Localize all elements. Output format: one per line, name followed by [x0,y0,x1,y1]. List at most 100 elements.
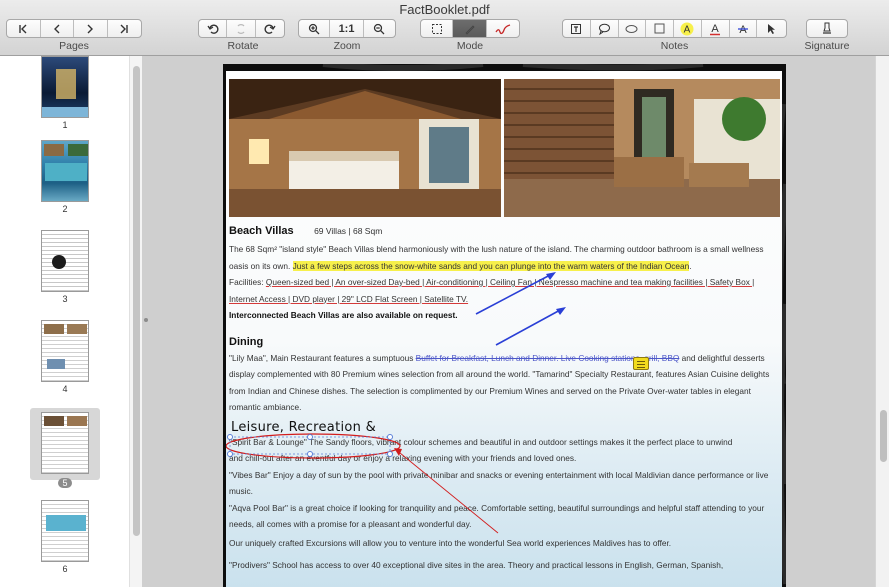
speech-bubble-button[interactable] [591,20,619,37]
rotate-left-icon [207,23,219,34]
page-text: Beach Villas 69 Villas | 68 Sqm The 68 S… [229,221,781,574]
highlight-annotation[interactable]: Just a few steps across the snow-white s… [292,260,690,271]
strikethrough-button[interactable]: A [730,20,758,37]
text-box-button[interactable] [563,20,591,37]
arrow-cursor-icon [767,23,775,34]
bedroom-photo [229,79,501,217]
beach-villas-meta: 69 Villas | 68 Sqm [314,226,383,236]
dining-line-2: display complemented with 80 Premium win… [229,369,770,379]
textbox-annotation-row: Leisure, Recreation & [229,419,781,440]
terrace-photo [504,79,780,217]
thumbnail-number: 5 [30,476,100,488]
pen-mode-button[interactable] [453,20,487,37]
notes-label: Notes [660,40,689,52]
pointer-button[interactable] [757,20,786,37]
leisure-line-2: and chill-out after an eventful day or e… [229,453,577,463]
strikethrough-icon: A [737,24,748,36]
rotate-left-button[interactable] [199,20,228,37]
underline-annotation-2[interactable]: Internet Access | DVD player | 29" LCD F… [229,294,468,304]
zoom-out-icon [374,23,385,34]
signature-mode-button[interactable] [487,20,519,37]
rotate-group: Rotate [198,19,288,52]
rotate-right-button[interactable] [256,20,284,37]
rotate-flip-icon [237,23,245,34]
highlight-icon: A [680,22,694,35]
beach-villas-heading: Beach Villas [229,225,294,237]
facilities-label: Facilities: [229,277,266,287]
thumbnail-image [41,320,89,382]
document-scrollbar[interactable] [875,56,889,587]
notes-group: A A A Notes [562,19,787,52]
zoom-out-button[interactable] [364,20,395,37]
prev-page-button[interactable] [41,20,74,37]
zoom-label: Zoom [333,40,361,52]
ellipse-button[interactable] [619,20,647,37]
underline-icon: A [710,23,721,35]
select-icon [431,23,442,34]
rotate-right-icon [264,23,276,34]
rotate-flip-button[interactable] [227,20,256,37]
ellipse-icon [625,24,638,33]
sidebar-scrollbar[interactable] [129,56,142,587]
signature-group: Signature [805,19,849,52]
document-view: Beach Villas 69 Villas | 68 Sqm The 68 S… [150,56,875,587]
document-scrollbar-knob[interactable] [880,410,887,462]
next-page-button[interactable] [74,20,108,37]
rectangle-icon [654,23,665,34]
thumbnail-page-1[interactable]: 1 [30,56,100,130]
dining-heading: Dining [229,335,264,348]
leisure-line-3: "Vibes Bar" Enjoy a day of sun by the po… [229,469,769,480]
thumbnail-page-6[interactable]: 6 [30,500,100,574]
first-page-button[interactable] [7,20,41,37]
highlight-button[interactable]: A [674,20,702,37]
leisure-line-6: needs, all comes with a promise for a pl… [229,519,472,529]
facilities-line-2: Internet Access | DVD player | 29" LCD F… [229,291,781,308]
window-title: FactBooklet.pdf [399,2,490,17]
zoom-group: 1:1 Zoom [298,19,396,52]
dining-line-4: romantic ambiance. [229,402,302,412]
leisure-line-7: Our uniquely crafted Excursions will all… [229,537,672,548]
signature-icon [823,22,831,34]
thumbnail-image [41,500,89,562]
thumbnail-page-5[interactable]: 5 [30,408,100,488]
signature-label: Signature [804,40,850,52]
beach-para-line-1: The 68 Sqm² "island style" Beach Villas … [229,244,764,254]
pen-icon [464,24,475,35]
last-page-button[interactable] [108,20,141,37]
thumbnail-image [41,230,89,292]
zoom-in-button[interactable] [299,20,331,37]
thumbnail-image [41,56,89,118]
thumbnail-number: 3 [62,294,68,304]
rotate-label: Rotate [227,40,259,52]
underline-button[interactable]: A [702,20,730,37]
thumbnail-image [41,412,89,474]
signature-button[interactable] [807,20,847,37]
dining-line-3: from Indian and Chinese dishes. The sele… [229,385,751,396]
sticky-note-icon[interactable] [633,357,649,370]
thumbnail-number: 6 [62,564,68,574]
interconnected-note: Interconnected Beach Villas are also ava… [229,310,458,320]
thumbnail-page-3[interactable]: 3 [30,230,100,304]
select-mode-button[interactable] [421,20,454,37]
toolbar: FactBooklet.pdf Pages Rotate 1:1 Zoom Mo… [0,0,889,56]
sidebar-scrollbar-knob[interactable] [133,66,140,536]
thumbnail-number: 2 [62,204,68,214]
mode-group: Mode [420,19,520,52]
thumbnail-page-2[interactable]: 2 [30,140,100,214]
facilities-line-1: Facilities: Queen-sized bed | An over-si… [229,274,781,291]
thumbnail-page-4[interactable]: 4 [30,320,100,394]
svg-text:A: A [711,23,719,35]
rectangle-button[interactable] [646,20,674,37]
speech-bubble-icon [598,23,610,35]
beach-para-line-2: oasis on its own. Just a few steps acros… [229,258,781,275]
last-page-icon [120,24,128,33]
dining-text: "Lily Maa", Main Restaurant features a s… [229,352,416,363]
text-box-annotation[interactable]: Leisure, Recreation & [231,420,391,436]
underline-annotation[interactable]: Queen-sized bed | An over-sized Day-bed … [266,277,754,287]
thumbnail-number: 4 [62,384,68,394]
page-thumbnails-sidebar: 1 2 3 4 5 6 [0,56,142,587]
splitter-handle[interactable] [144,318,148,322]
leisure-line-4: music. [229,486,253,496]
zoom-actual-button[interactable]: 1:1 [330,20,364,37]
beach-para-text: oasis on its own. [229,260,293,271]
